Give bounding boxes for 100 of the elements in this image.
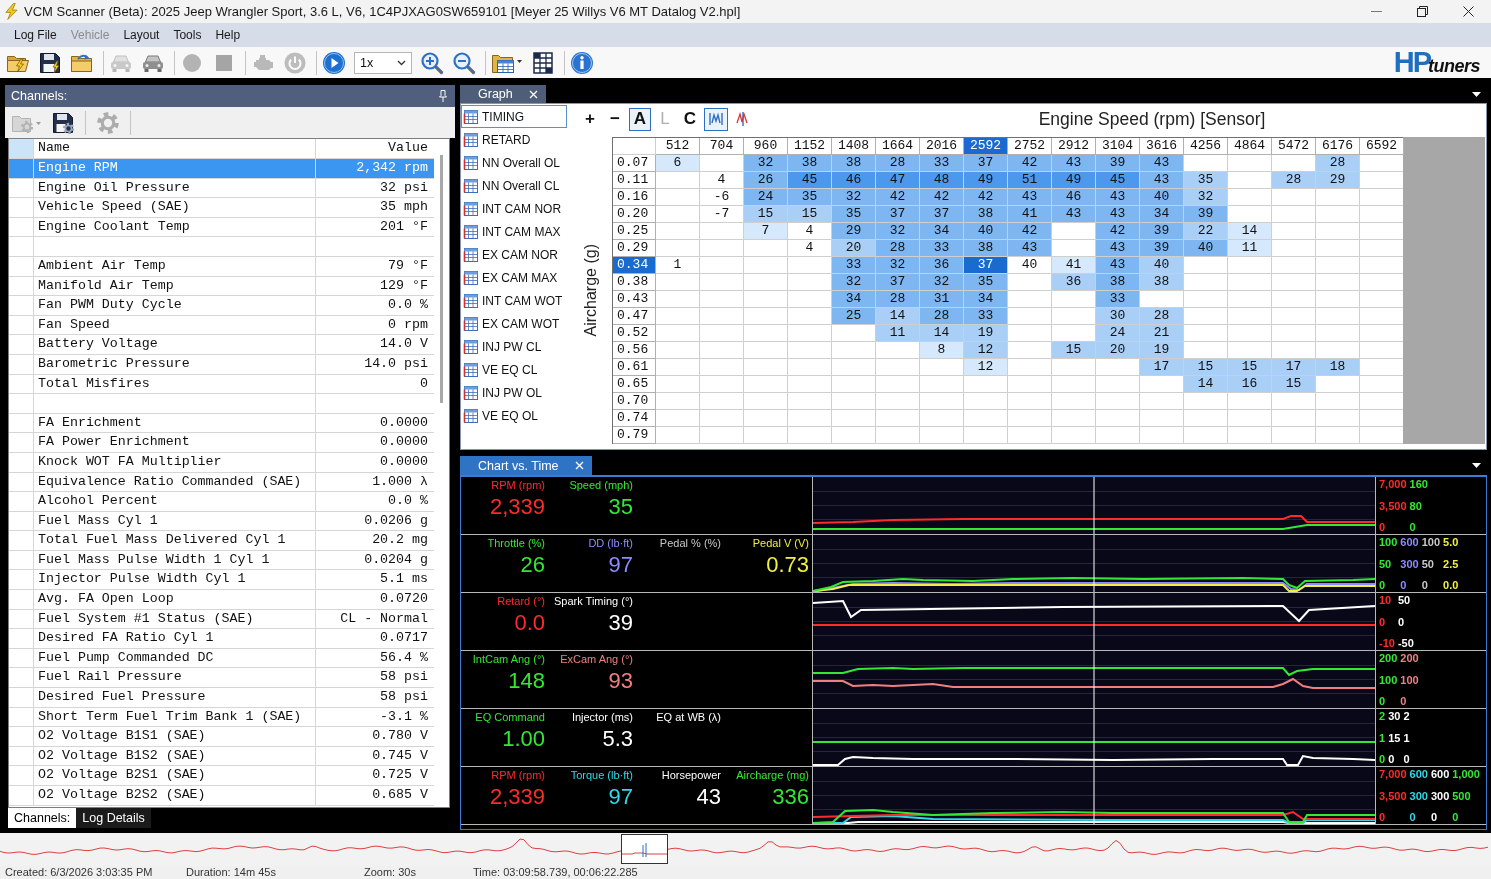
channel-row[interactable]: O2 Voltage B2S2 (SAE) 0.685 V (9, 786, 434, 806)
panel-tab[interactable]: Channels: (8, 808, 77, 828)
table-list-item[interactable]: RETARD (461, 128, 567, 151)
channel-row[interactable]: Fuel Rail Pressure 58 psi (9, 668, 434, 689)
tool-button[interactable]: + (579, 107, 601, 131)
channel-row[interactable]: Fan PWM Duty Cycle 0.0 % (9, 296, 434, 316)
channel-row[interactable]: Equivalence Ratio Commanded (SAE) 1.000 λ (9, 472, 434, 493)
channel-row[interactable]: Avg. FA Open Loop 0.0720 (9, 590, 434, 610)
table-cell-text: 0.0717 (379, 629, 429, 648)
channel-row[interactable]: Engine Oil Pressure 32 psi (9, 178, 434, 199)
table-cell-text: 0.0206 g (363, 511, 429, 530)
table-icon (463, 338, 479, 355)
table-list-item[interactable]: NN Overall OL (461, 151, 567, 174)
scrollbar-thumb[interactable] (440, 155, 443, 403)
row-header: 0.20 (613, 206, 656, 223)
axis-label: 300 (1430, 789, 1450, 803)
gauge-value: 39 (608, 610, 633, 635)
table-list-item[interactable]: NN Overall CL (461, 174, 567, 197)
panel-tab[interactable]: Log Details (76, 808, 151, 828)
table-cell: 45 (1096, 172, 1140, 189)
channel-row[interactable]: FA Power Enrichment 0.0000 (9, 433, 434, 453)
menu-item[interactable]: Tools (166, 26, 209, 44)
table-cell-text: 0.0204 g (363, 550, 429, 569)
table-cell: 42 (1096, 223, 1140, 240)
channel-row[interactable]: Fan Speed 0 rpm (9, 315, 434, 336)
axis-label: 100 (1379, 673, 1398, 687)
channel-row[interactable]: Fuel Pump Commanded DC 56.4 % (9, 648, 434, 669)
channel-row[interactable]: Fuel System #1 Status (SAE) CL - Normal (9, 609, 434, 630)
tool-button[interactable]: C (679, 107, 701, 131)
channel-row[interactable]: Total Fuel Mass Delivered Cyl 1 20.2 mg (9, 531, 434, 551)
column-header: 5472 (1272, 138, 1316, 155)
axis-label: 0.0 (1443, 579, 1459, 592)
axis-label: 0 (1409, 521, 1417, 534)
table-cell: 29 (1316, 172, 1360, 189)
channel-row[interactable]: Fuel Mass Pulse Width 1 Cyl 1 0.0204 g (9, 550, 434, 571)
table-cell: 42 (876, 189, 920, 206)
axis-label: 300 (1409, 789, 1428, 803)
table-cell: 20 (832, 240, 876, 257)
channel-row[interactable]: Ambient Air Temp 79 °F (9, 256, 434, 277)
table-list-item[interactable]: TIMING (461, 105, 567, 128)
channel-row[interactable]: Desired FA Ratio Cyl 1 0.0717 (9, 629, 434, 649)
table-cell: Engine Coolant Temp (34, 217, 316, 237)
graph-tab[interactable]: Graph (460, 85, 546, 103)
column-header: 4256 (1184, 138, 1228, 155)
table-list-item[interactable]: EX CAM WOT (461, 312, 567, 335)
table-cell: 43 (1140, 155, 1184, 172)
channel-row[interactable]: O2 Voltage B1S2 (SAE) 0.745 V (9, 746, 434, 767)
channel-row[interactable]: Barometric Pressure 14.0 psi (9, 354, 434, 375)
channel-row[interactable]: Engine Coolant Temp 201 °F (9, 217, 434, 238)
table-list-item[interactable]: INT CAM NOR (461, 197, 567, 220)
channel-row[interactable]: Manifold Air Temp 129 °F (9, 276, 434, 297)
channel-row[interactable]: Battery Voltage 14.0 V (9, 335, 434, 355)
channel-row[interactable]: FA Enrichment 0.0000 (9, 413, 434, 434)
dropdown-icon[interactable] (1472, 463, 1481, 468)
table-cell: 25 (832, 308, 876, 325)
table-list-item[interactable]: VE EQ OL (461, 404, 567, 427)
channel-row[interactable]: Total Misfires 0 (9, 374, 434, 395)
table-cell: Fan PWM Duty Cycle (34, 296, 316, 315)
table-list-item[interactable]: EX CAM NOR (461, 243, 567, 266)
channel-row[interactable]: O2 Voltage B2S1 (SAE) 0.725 V (9, 766, 434, 786)
table-list-item[interactable]: INT CAM MAX (461, 220, 567, 243)
channel-row[interactable]: Knock WOT FA Multiplier 0.0000 (9, 452, 434, 473)
table-cell: 15 (1052, 342, 1096, 359)
gauge-value: 97 (608, 784, 633, 809)
settings-icon (96, 110, 120, 135)
pin-icon[interactable] (439, 90, 447, 102)
channel-row[interactable]: Vehicle Speed (SAE) 35 mph (9, 198, 434, 218)
table-cell: 7 (744, 223, 788, 240)
channel-row[interactable]: Desired Fuel Pressure 58 psi (9, 688, 434, 708)
row-header: 0.56 (613, 342, 656, 359)
channel-row[interactable]: O2 Voltage B1S1 (SAE) 0.780 V (9, 727, 434, 747)
table-list-item[interactable]: VE EQ CL (461, 358, 567, 381)
zoom-window[interactable] (621, 834, 668, 864)
table-list-item[interactable]: EX CAM MAX (461, 266, 567, 289)
dropdown-icon[interactable] (1472, 91, 1481, 97)
row-header: 0.61 (613, 359, 656, 376)
close-icon[interactable] (574, 461, 584, 470)
tool-button[interactable]: − (604, 107, 626, 131)
speed-dropdown[interactable]: 1x (354, 51, 412, 74)
menu-item[interactable]: Log File (7, 26, 64, 44)
table-cell: 34 (920, 223, 964, 240)
table-cell: 26 (744, 172, 788, 189)
gauge-value: 97 (608, 552, 633, 577)
tool-button[interactable]: A (629, 107, 651, 131)
close-icon[interactable] (528, 89, 538, 99)
line-chart-button[interactable] (704, 107, 728, 131)
chart-tab[interactable]: Chart vs. Time (460, 456, 592, 475)
channel-row[interactable]: Short Term Fuel Trim Bank 1 (SAE) -3.1 % (9, 707, 434, 728)
table-list-item[interactable]: INT CAM WOT (461, 289, 567, 312)
channel-row[interactable]: Fuel Mass Cyl 1 0.0206 g (9, 511, 434, 532)
table-list-item[interactable]: INJ PW OL (461, 381, 567, 404)
axis-label: 0 (1400, 579, 1408, 592)
channel-row[interactable]: Alcohol Percent 0.0 % (9, 492, 434, 512)
table-list-item[interactable]: INJ PW CL (461, 335, 567, 358)
channel-row[interactable]: Injector Pulse Width Cyl 1 5.1 ms (9, 570, 434, 591)
axis-label: 0 (1379, 811, 1387, 824)
gauge-label: Pedal V (V) (752, 537, 809, 550)
table-cell: 15 (1228, 359, 1272, 376)
menu-item[interactable]: Layout (116, 26, 167, 44)
menu-item[interactable]: Help (208, 26, 248, 44)
